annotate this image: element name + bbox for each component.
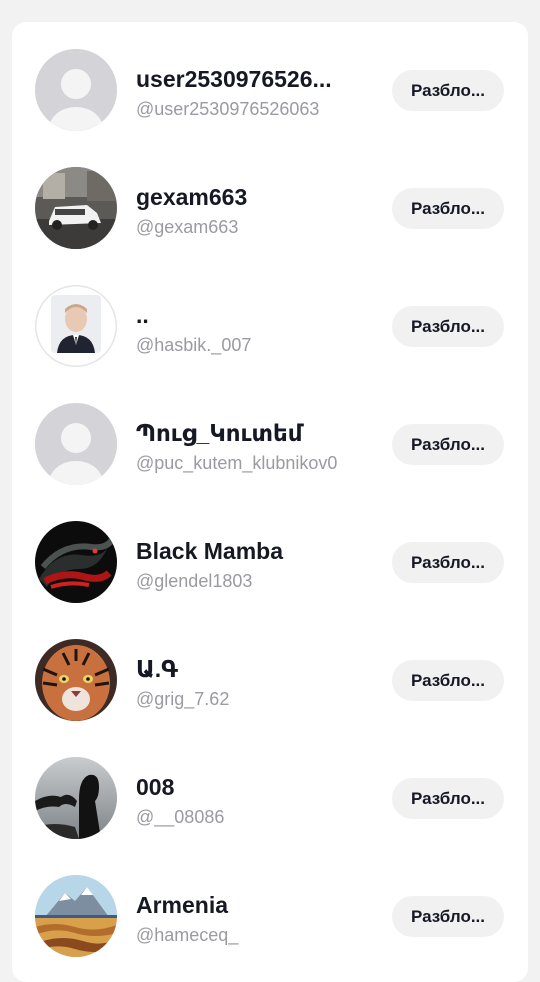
list-item[interactable]: Armenia @hameceq_ Разбло...: [12, 848, 528, 966]
user-name[interactable]: Black Mamba: [136, 537, 356, 565]
list-item[interactable]: Պուց_Կուտեմ @puc_kutem_klubnikov0 Разбло…: [12, 376, 528, 494]
user-name[interactable]: 008: [136, 773, 356, 801]
portrait-photo-avatar[interactable]: [35, 285, 117, 367]
unblock-button[interactable]: Разбло...: [392, 306, 504, 347]
list-item[interactable]: 008 @__08086 Разбло...: [12, 730, 528, 848]
user-handle: @hameceq_: [136, 925, 239, 945]
user-name[interactable]: Պուց_Կուտեմ: [136, 419, 356, 447]
unblock-button[interactable]: Разбло...: [392, 424, 504, 465]
user-handle: @grig_7.62: [136, 689, 230, 709]
default-avatar-icon[interactable]: [35, 49, 117, 131]
unblock-button[interactable]: Разбло...: [392, 188, 504, 229]
user-name[interactable]: gexam663: [136, 183, 356, 211]
list-item[interactable]: user2530976526... @user2530976526063 Раз…: [12, 22, 528, 140]
silhouette-photo-avatar[interactable]: [35, 757, 117, 839]
unblock-button[interactable]: Разбло...: [392, 542, 504, 583]
unblock-button[interactable]: Разбло...: [392, 70, 504, 111]
car-photo-avatar[interactable]: [35, 167, 117, 249]
user-name[interactable]: ..: [136, 301, 356, 329]
blocked-users-list: user2530976526... @user2530976526063 Раз…: [12, 22, 528, 982]
list-item[interactable]: .. @hasbik._007 Разбло...: [12, 258, 528, 376]
user-handle: @gexam663: [136, 217, 239, 237]
snake-photo-avatar[interactable]: [35, 521, 117, 603]
tiger-photo-avatar[interactable]: [35, 639, 117, 721]
user-handle: @puc_kutem_klubnikov0: [136, 453, 338, 473]
user-name[interactable]: Ա.Գ: [136, 655, 356, 683]
list-item[interactable]: Ա.Գ @grig_7.62 Разбло...: [12, 612, 528, 730]
unblock-button[interactable]: Разбло...: [392, 778, 504, 819]
user-handle: @glendel1803: [136, 571, 253, 591]
user-handle: @hasbik._007: [136, 335, 252, 355]
list-item[interactable]: Black Mamba @glendel1803 Разбло...: [12, 494, 528, 612]
user-handle: @__08086: [136, 807, 225, 827]
user-name[interactable]: Armenia: [136, 891, 356, 919]
user-handle: @user2530976526063: [136, 99, 320, 119]
default-avatar-icon[interactable]: [35, 403, 117, 485]
user-name[interactable]: user2530976526...: [136, 65, 356, 93]
unblock-button[interactable]: Разбло...: [392, 660, 504, 701]
mountain-painting-avatar[interactable]: [35, 875, 117, 957]
unblock-button[interactable]: Разбло...: [392, 896, 504, 937]
list-item[interactable]: gexam663 @gexam663 Разбло...: [12, 140, 528, 258]
